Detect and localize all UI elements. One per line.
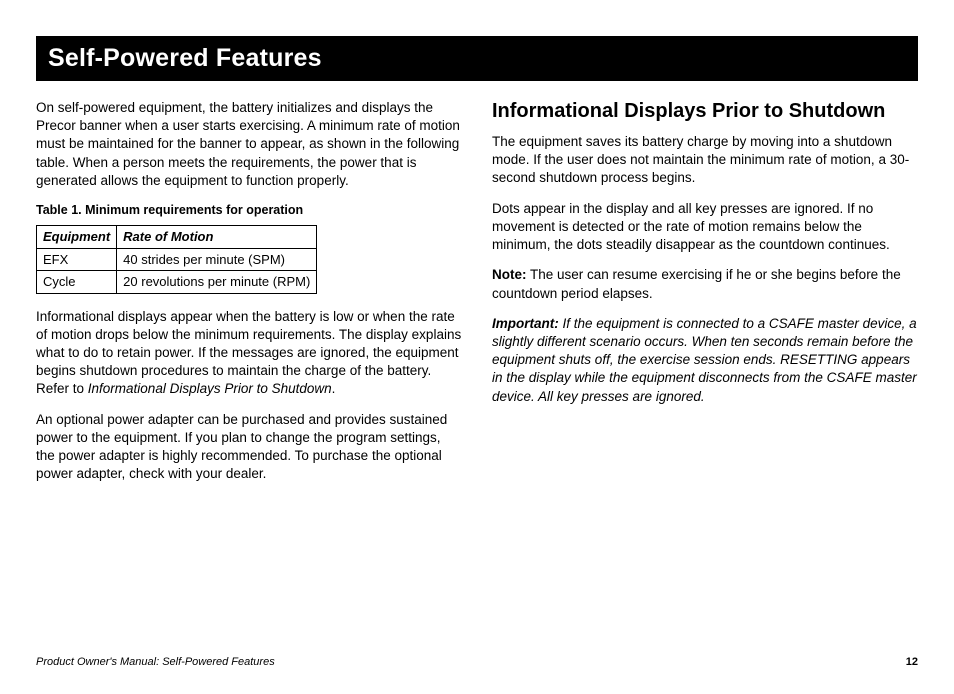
right-column: Informational Displays Prior to Shutdown…: [492, 99, 918, 496]
text-span: .: [332, 381, 336, 396]
requirements-table: Equipment Rate of Motion EFX 40 strides …: [36, 225, 317, 294]
cell-rate: 40 strides per minute (SPM): [117, 248, 317, 271]
power-adapter-paragraph: An optional power adapter can be purchas…: [36, 411, 462, 484]
table-header-rate: Rate of Motion: [117, 225, 317, 248]
note-text: The user can resume exercising if he or …: [492, 267, 901, 300]
cell-equipment: EFX: [37, 248, 117, 271]
important-label: Important:: [492, 316, 559, 331]
note-paragraph: Note: The user can resume exercising if …: [492, 266, 918, 302]
shutdown-p1: The equipment saves its battery charge b…: [492, 133, 918, 188]
cell-equipment: Cycle: [37, 271, 117, 294]
table-row: EFX 40 strides per minute (SPM): [37, 248, 317, 271]
shutdown-p2: Dots appear in the display and all key p…: [492, 200, 918, 255]
section-title: Self-Powered Features: [36, 36, 918, 81]
intro-paragraph: On self-powered equipment, the battery i…: [36, 99, 462, 190]
subsection-heading: Informational Displays Prior to Shutdown: [492, 99, 918, 123]
left-column: On self-powered equipment, the battery i…: [36, 99, 462, 496]
cell-rate: 20 revolutions per minute (RPM): [117, 271, 317, 294]
table-row: Cycle 20 revolutions per minute (RPM): [37, 271, 317, 294]
note-label: Note:: [492, 267, 527, 282]
page-number: 12: [906, 656, 918, 668]
page-footer: Product Owner's Manual: Self-Powered Fea…: [36, 656, 918, 668]
table-caption: Table 1. Minimum requirements for operat…: [36, 202, 462, 219]
important-paragraph: Important: If the equipment is connected…: [492, 315, 918, 406]
cross-ref: Informational Displays Prior to Shutdown: [88, 381, 332, 396]
footer-title: Product Owner's Manual: Self-Powered Fea…: [36, 656, 275, 668]
info-displays-paragraph: Informational displays appear when the b…: [36, 308, 462, 399]
table-header-equipment: Equipment: [37, 225, 117, 248]
